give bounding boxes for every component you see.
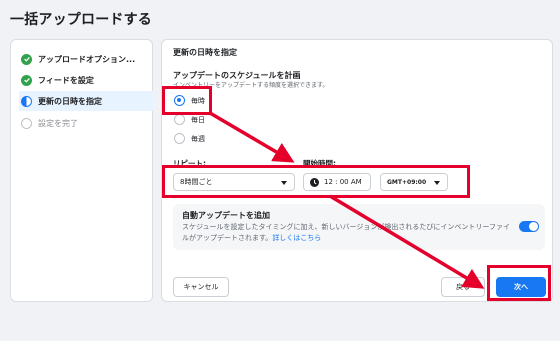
annotation-arrows	[209, 111, 485, 289]
